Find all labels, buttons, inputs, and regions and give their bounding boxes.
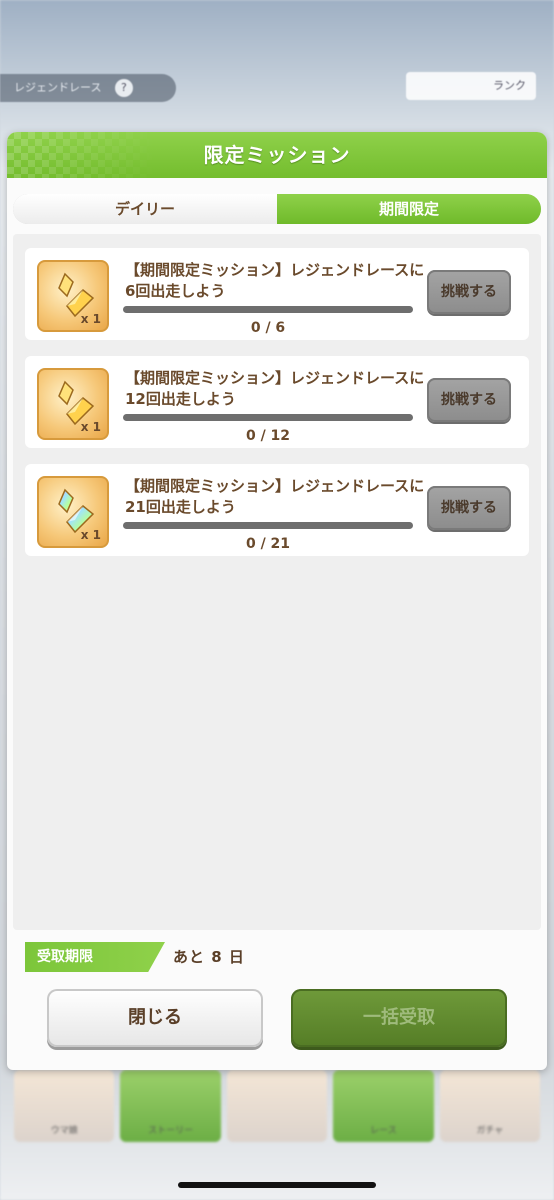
rank-label: ランク	[493, 79, 526, 92]
reward-qty: x 1	[80, 420, 101, 434]
reward-item[interactable]: x 1	[37, 368, 109, 440]
challenge-button[interactable]: 挑戦する	[427, 270, 511, 314]
nav-item: ウマ娘	[14, 1070, 115, 1142]
tab-bar: デイリー 期間限定	[13, 194, 541, 224]
reward-qty: x 1	[80, 312, 101, 326]
tab-limited[interactable]: 期間限定	[277, 194, 541, 224]
legend-race-pill: レジェンドレース ?	[0, 74, 176, 102]
bottom-nav-blurred: ウマ娘 ストーリー レース ガチャ	[0, 1070, 554, 1150]
receive-all-button[interactable]: 一括受取	[291, 989, 507, 1047]
challenge-button[interactable]: 挑戦する	[427, 486, 511, 530]
mission-card: x 1 【期間限定ミッション】レジェンドレースに12回出走しよう 0 / 12 …	[25, 356, 529, 448]
dialog-title: 限定ミッション	[203, 143, 351, 167]
nav-item-label: ガチャ	[476, 1126, 504, 1136]
nav-item-label: ストーリー	[148, 1126, 194, 1136]
mission-card: x 1 【期間限定ミッション】レジェンドレースに6回出走しよう 0 / 6 挑戦…	[25, 248, 529, 340]
help-icon: ?	[114, 79, 133, 97]
nav-item-label: ウマ娘	[50, 1126, 78, 1136]
rank-panel: ランク	[406, 72, 536, 100]
progress-bar	[123, 522, 413, 529]
legend-race-label: レジェンドレース	[14, 81, 102, 94]
deadline-value: あと 8 日	[173, 948, 245, 966]
reward-item[interactable]: x 1	[37, 476, 109, 548]
deadline-label: 受取期限	[25, 942, 165, 972]
mission-title: 【期間限定ミッション】レジェンドレースに12回出走しよう	[125, 369, 425, 408]
home-indicator[interactable]	[178, 1182, 376, 1188]
nav-item: ガチャ	[439, 1070, 541, 1142]
mission-card: x 1 【期間限定ミッション】レジェンドレースに21回出走しよう 0 / 21 …	[25, 464, 529, 556]
close-button[interactable]: 閉じる	[47, 989, 263, 1047]
tab-daily[interactable]: デイリー	[13, 194, 277, 224]
progress-bar	[123, 306, 413, 313]
reward-qty: x 1	[80, 528, 101, 542]
reward-item[interactable]: x 1	[37, 260, 109, 332]
progress-text: 0 / 12	[245, 428, 291, 444]
nav-item: レース	[333, 1070, 434, 1142]
mission-list[interactable]: x 1 【期間限定ミッション】レジェンドレースに6回出走しよう 0 / 6 挑戦…	[13, 234, 541, 930]
dialog-header: 限定ミッション	[7, 132, 547, 178]
mission-title: 【期間限定ミッション】レジェンドレースに6回出走しよう	[125, 261, 425, 300]
nav-item: ストーリー	[120, 1070, 221, 1142]
nav-item-label: レース	[370, 1126, 397, 1136]
progress-text: 0 / 6	[250, 320, 286, 336]
progress-bar	[123, 414, 413, 421]
mission-title: 【期間限定ミッション】レジェンドレースに21回出走しよう	[125, 477, 425, 516]
progress-text: 0 / 21	[245, 536, 291, 552]
nav-item	[226, 1070, 328, 1142]
mission-dialog: 限定ミッション デイリー 期間限定 x 1 【期間限定ミッション】レジェンドレー…	[7, 132, 547, 1070]
challenge-button[interactable]: 挑戦する	[427, 378, 511, 422]
